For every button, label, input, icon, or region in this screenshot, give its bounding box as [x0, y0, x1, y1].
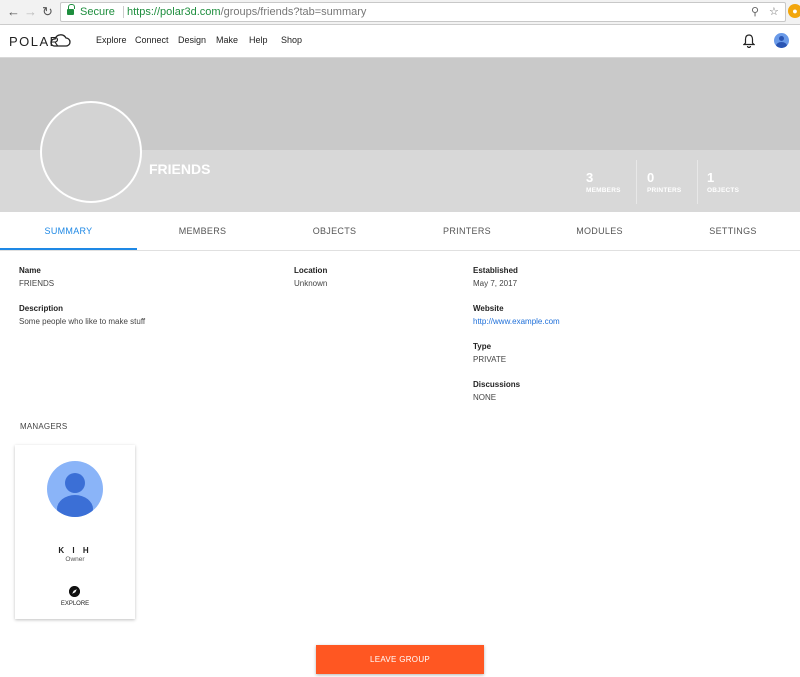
star-icon[interactable]: ☆ — [769, 3, 779, 21]
field-name: Name FRIENDS — [19, 266, 54, 288]
group-tabs: SUMMARY MEMBERS OBJECTS PRINTERS MODULES… — [0, 212, 800, 251]
manager-card[interactable]: K I H Owner EXPLORE — [15, 445, 135, 619]
group-avatar — [40, 101, 142, 203]
stat-members-label: MEMBERS — [586, 187, 621, 194]
nav-shop[interactable]: Shop — [281, 35, 302, 45]
nav-connect[interactable]: Connect — [135, 35, 169, 45]
nav-explore[interactable]: Explore — [96, 35, 127, 45]
field-website-label: Website — [473, 304, 504, 313]
tab-printers[interactable]: PRINTERS — [401, 212, 533, 250]
field-established-value: May 7, 2017 — [473, 279, 518, 288]
cloud-icon — [50, 34, 71, 47]
stat-divider — [697, 160, 698, 204]
lock-icon — [67, 4, 75, 15]
site-header: POLAR Explore Connect Design Make Help S… — [0, 25, 800, 58]
reload-icon[interactable]: ↻ — [42, 4, 53, 20]
nav-design[interactable]: Design — [178, 35, 206, 45]
tab-modules[interactable]: MODULES — [533, 212, 666, 250]
field-discussions-value: NONE — [473, 393, 497, 402]
stat-printers-count: 0 — [647, 170, 655, 185]
arrow-left-icon[interactable]: ← — [7, 4, 20, 20]
zoom-icon[interactable]: ⚲ — [751, 3, 759, 21]
stat-members-count: 3 — [586, 170, 594, 185]
address-separator — [123, 6, 124, 18]
leave-group-button[interactable]: LEAVE GROUP — [316, 645, 484, 674]
manager-role: Owner — [65, 556, 85, 563]
user-avatar[interactable] — [774, 33, 789, 48]
bell-icon[interactable] — [743, 34, 755, 48]
field-description-value: Some people who like to make stuff — [19, 317, 146, 326]
manager-name: K I H — [58, 546, 92, 555]
field-name-value: FRIENDS — [19, 279, 55, 288]
explore-link[interactable]: EXPLORE — [15, 601, 135, 607]
browser-toolbar: ← → ↻ Secure https://polar3d.com/groups/… — [0, 0, 800, 25]
field-name-label: Name — [19, 266, 41, 275]
tab-objects[interactable]: OBJECTS — [268, 212, 401, 250]
stat-members[interactable]: 3 MEMBERS — [586, 170, 621, 194]
compass-icon[interactable] — [69, 586, 80, 597]
nav-make[interactable]: Make — [216, 35, 238, 45]
field-established-label: Established — [473, 266, 518, 275]
active-tab-indicator — [0, 248, 137, 250]
field-type-value: PRIVATE — [473, 355, 507, 364]
group-name: FRIENDS — [149, 161, 211, 177]
stat-printers[interactable]: 0 PRINTERS — [647, 170, 681, 194]
field-location-label: Location — [294, 266, 328, 275]
url-host: https://polar3d.com — [127, 6, 221, 18]
stat-objects[interactable]: 1 OBJECTS — [707, 170, 739, 194]
field-website: Website http://www.example.com — [473, 304, 560, 326]
secure-label: Secure — [80, 6, 115, 18]
managers-heading: MANAGERS — [20, 422, 68, 431]
field-description-label: Description — [19, 304, 64, 313]
tab-settings[interactable]: SETTINGS — [666, 212, 800, 250]
stat-printers-label: PRINTERS — [647, 187, 682, 194]
stat-divider — [636, 160, 637, 204]
url-path: /groups/friends?tab=summary — [220, 6, 367, 18]
nav-help[interactable]: Help — [249, 35, 268, 45]
address-bar[interactable]: Secure https://polar3d.com/groups/friend… — [60, 2, 786, 22]
field-type-label: Type — [473, 342, 492, 351]
field-discussions-label: Discussions — [473, 380, 521, 389]
field-type: Type PRIVATE — [473, 342, 506, 364]
field-location-value: Unknown — [294, 279, 328, 288]
arrow-right-icon[interactable]: → — [24, 4, 37, 20]
url-text[interactable]: https://polar3d.com/groups/friends?tab=s… — [127, 3, 366, 21]
field-discussions: Discussions NONE — [473, 380, 520, 402]
stat-objects-label: OBJECTS — [707, 187, 740, 194]
field-established: Established May 7, 2017 — [473, 266, 518, 288]
manager-avatar[interactable] — [47, 461, 103, 517]
field-location: Location Unknown — [294, 266, 327, 288]
extension-icon[interactable]: ● — [788, 4, 800, 18]
tab-summary[interactable]: SUMMARY — [0, 212, 137, 250]
website-link[interactable]: http://www.example.com — [473, 317, 560, 326]
tab-members[interactable]: MEMBERS — [137, 212, 268, 250]
field-description: Description Some people who like to make… — [19, 304, 145, 326]
stat-objects-count: 1 — [707, 170, 715, 185]
